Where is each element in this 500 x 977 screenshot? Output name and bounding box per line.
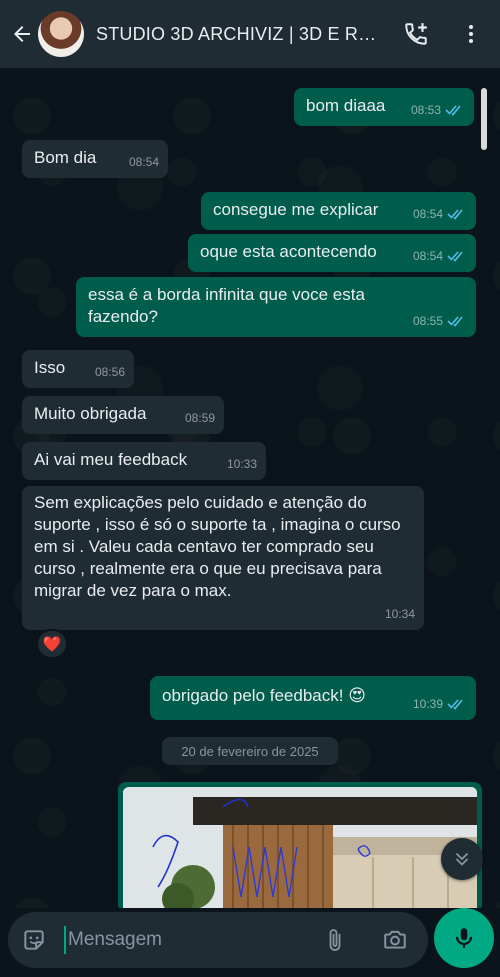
message-out[interactable]: oque esta acontecendo 08:54 — [188, 234, 476, 272]
message-time: 10:34 — [384, 607, 415, 621]
message-text: consegue me explicar — [213, 200, 379, 219]
double-chevron-down-icon — [455, 852, 469, 866]
reaction-badge[interactable]: ❤️ — [36, 629, 68, 659]
message-in[interactable]: Isso 08:56 — [22, 350, 134, 388]
camera-icon — [384, 930, 406, 949]
message-in[interactable]: Ai vai meu feedback 10:33 — [22, 442, 266, 480]
message-time: 08:56 — [94, 365, 125, 379]
more-options-button[interactable] — [455, 18, 487, 50]
message-text: Isso — [34, 358, 66, 377]
add-call-icon — [405, 23, 427, 45]
attach-icon — [329, 929, 341, 951]
chat-header: STUDIO 3D ARCHIVIZ | 3D E RENDER — [0, 0, 500, 68]
scrollbar[interactable] — [481, 88, 487, 150]
mic-icon — [455, 928, 473, 948]
composer — [0, 908, 500, 977]
message-out[interactable]: obrigado pelo feedback! 😍 10:39 — [150, 676, 476, 720]
message-text: Muito obrigada — [34, 404, 147, 423]
more-vert-icon — [469, 25, 473, 43]
message-time: 08:54 — [412, 207, 443, 221]
heart-icon: ❤️ — [42, 636, 62, 653]
date-divider: 20 de fevereiro de 2025 — [162, 737, 338, 765]
message-time: 08:53 — [410, 103, 441, 117]
message-input-container — [8, 912, 428, 968]
avatar[interactable] — [38, 11, 84, 57]
sticker-button[interactable] — [20, 926, 48, 954]
message-text: Bom dia — [34, 148, 97, 167]
add-call-button[interactable] — [400, 18, 432, 50]
attach-button[interactable] — [321, 926, 349, 954]
message-out[interactable]: consegue me explicar 08:54 — [201, 192, 476, 230]
read-receipt-icon — [447, 699, 463, 710]
camera-button[interactable] — [381, 926, 409, 954]
message-time: 10:33 — [226, 457, 257, 471]
architecture-render-image — [123, 787, 477, 912]
image-message[interactable] — [118, 782, 482, 912]
scroll-to-bottom-button[interactable] — [441, 838, 483, 880]
back-arrow-icon — [14, 26, 30, 42]
message-input[interactable] — [64, 926, 304, 954]
message-in[interactable]: Muito obrigada 08:59 — [22, 396, 224, 434]
message-text: oque esta acontecendo — [200, 242, 377, 261]
message-text: Sem explicações pelo cuidado e atenção d… — [34, 493, 401, 600]
read-receipt-icon — [447, 209, 463, 220]
message-time: 10:39 — [412, 697, 443, 711]
message-time: 08:59 — [184, 411, 215, 425]
render-image[interactable] — [123, 787, 477, 912]
message-out[interactable]: essa é a borda infinita que voce esta fa… — [76, 277, 476, 337]
message-text: bom diaaa — [306, 96, 386, 115]
read-receipt-icon — [445, 105, 461, 116]
voice-message-button[interactable] — [434, 908, 494, 968]
message-time: 08:54 — [128, 155, 159, 169]
message-text: Ai vai meu feedback — [34, 450, 188, 469]
message-in[interactable]: Sem explicações pelo cuidado e atenção d… — [22, 486, 424, 630]
read-receipt-icon — [447, 316, 463, 327]
message-time: 08:54 — [412, 249, 443, 263]
contact-name[interactable]: STUDIO 3D ARCHIVIZ | 3D E RENDER — [96, 24, 386, 45]
read-receipt-icon — [447, 251, 463, 262]
message-in[interactable]: Bom dia 08:54 — [22, 140, 168, 178]
message-time: 08:55 — [412, 314, 443, 328]
sticker-icon — [24, 930, 44, 950]
message-text: obrigado pelo feedback! 😍 — [162, 686, 366, 705]
message-out[interactable]: bom diaaa 08:53 — [294, 88, 474, 126]
message-text: essa é a borda infinita que voce esta fa… — [88, 285, 365, 326]
